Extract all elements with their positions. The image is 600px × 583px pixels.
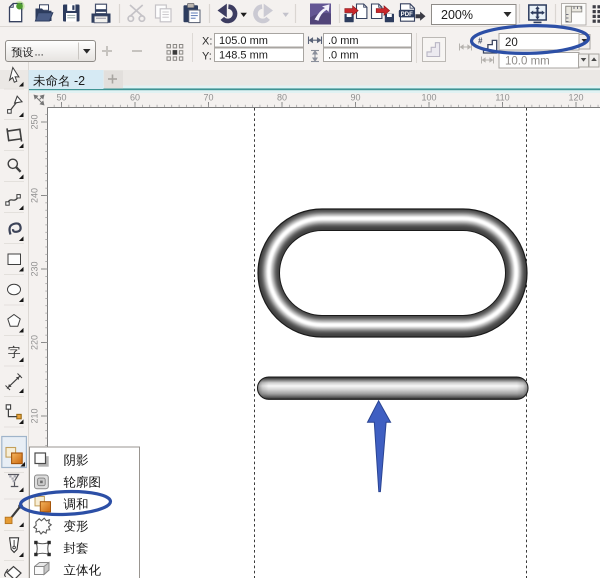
svg-text:148.5 mm: 148.5 mm [219,50,268,62]
svg-text:90: 90 [350,93,360,103]
svg-text:200%: 200% [441,8,473,22]
svg-text:60: 60 [130,93,140,103]
svg-text:Y:: Y: [202,51,212,63]
svg-text:...: ... [35,47,44,59]
svg-text:240: 240 [30,188,40,203]
svg-text:70: 70 [203,93,213,103]
svg-text:110: 110 [495,93,509,103]
svg-text:50: 50 [56,93,66,103]
svg-text:105.0 mm: 105.0 mm [219,35,268,47]
svg-text:#: # [478,37,483,46]
svg-text:250: 250 [30,114,40,129]
svg-text:120: 120 [568,93,583,103]
svg-text:-2: -2 [74,74,85,88]
svg-text:230: 230 [30,261,40,276]
svg-text:210: 210 [30,408,40,423]
svg-text:X:: X: [202,36,212,48]
svg-text:20: 20 [505,37,518,49]
svg-text:10.0 mm: 10.0 mm [505,56,550,68]
svg-text:.0 mm: .0 mm [328,50,359,62]
svg-text:100: 100 [421,93,436,103]
svg-text:.0 mm: .0 mm [328,35,359,47]
svg-text:220: 220 [30,335,40,350]
svg-text:PDF: PDF [401,12,414,18]
svg-text:80: 80 [277,93,287,103]
